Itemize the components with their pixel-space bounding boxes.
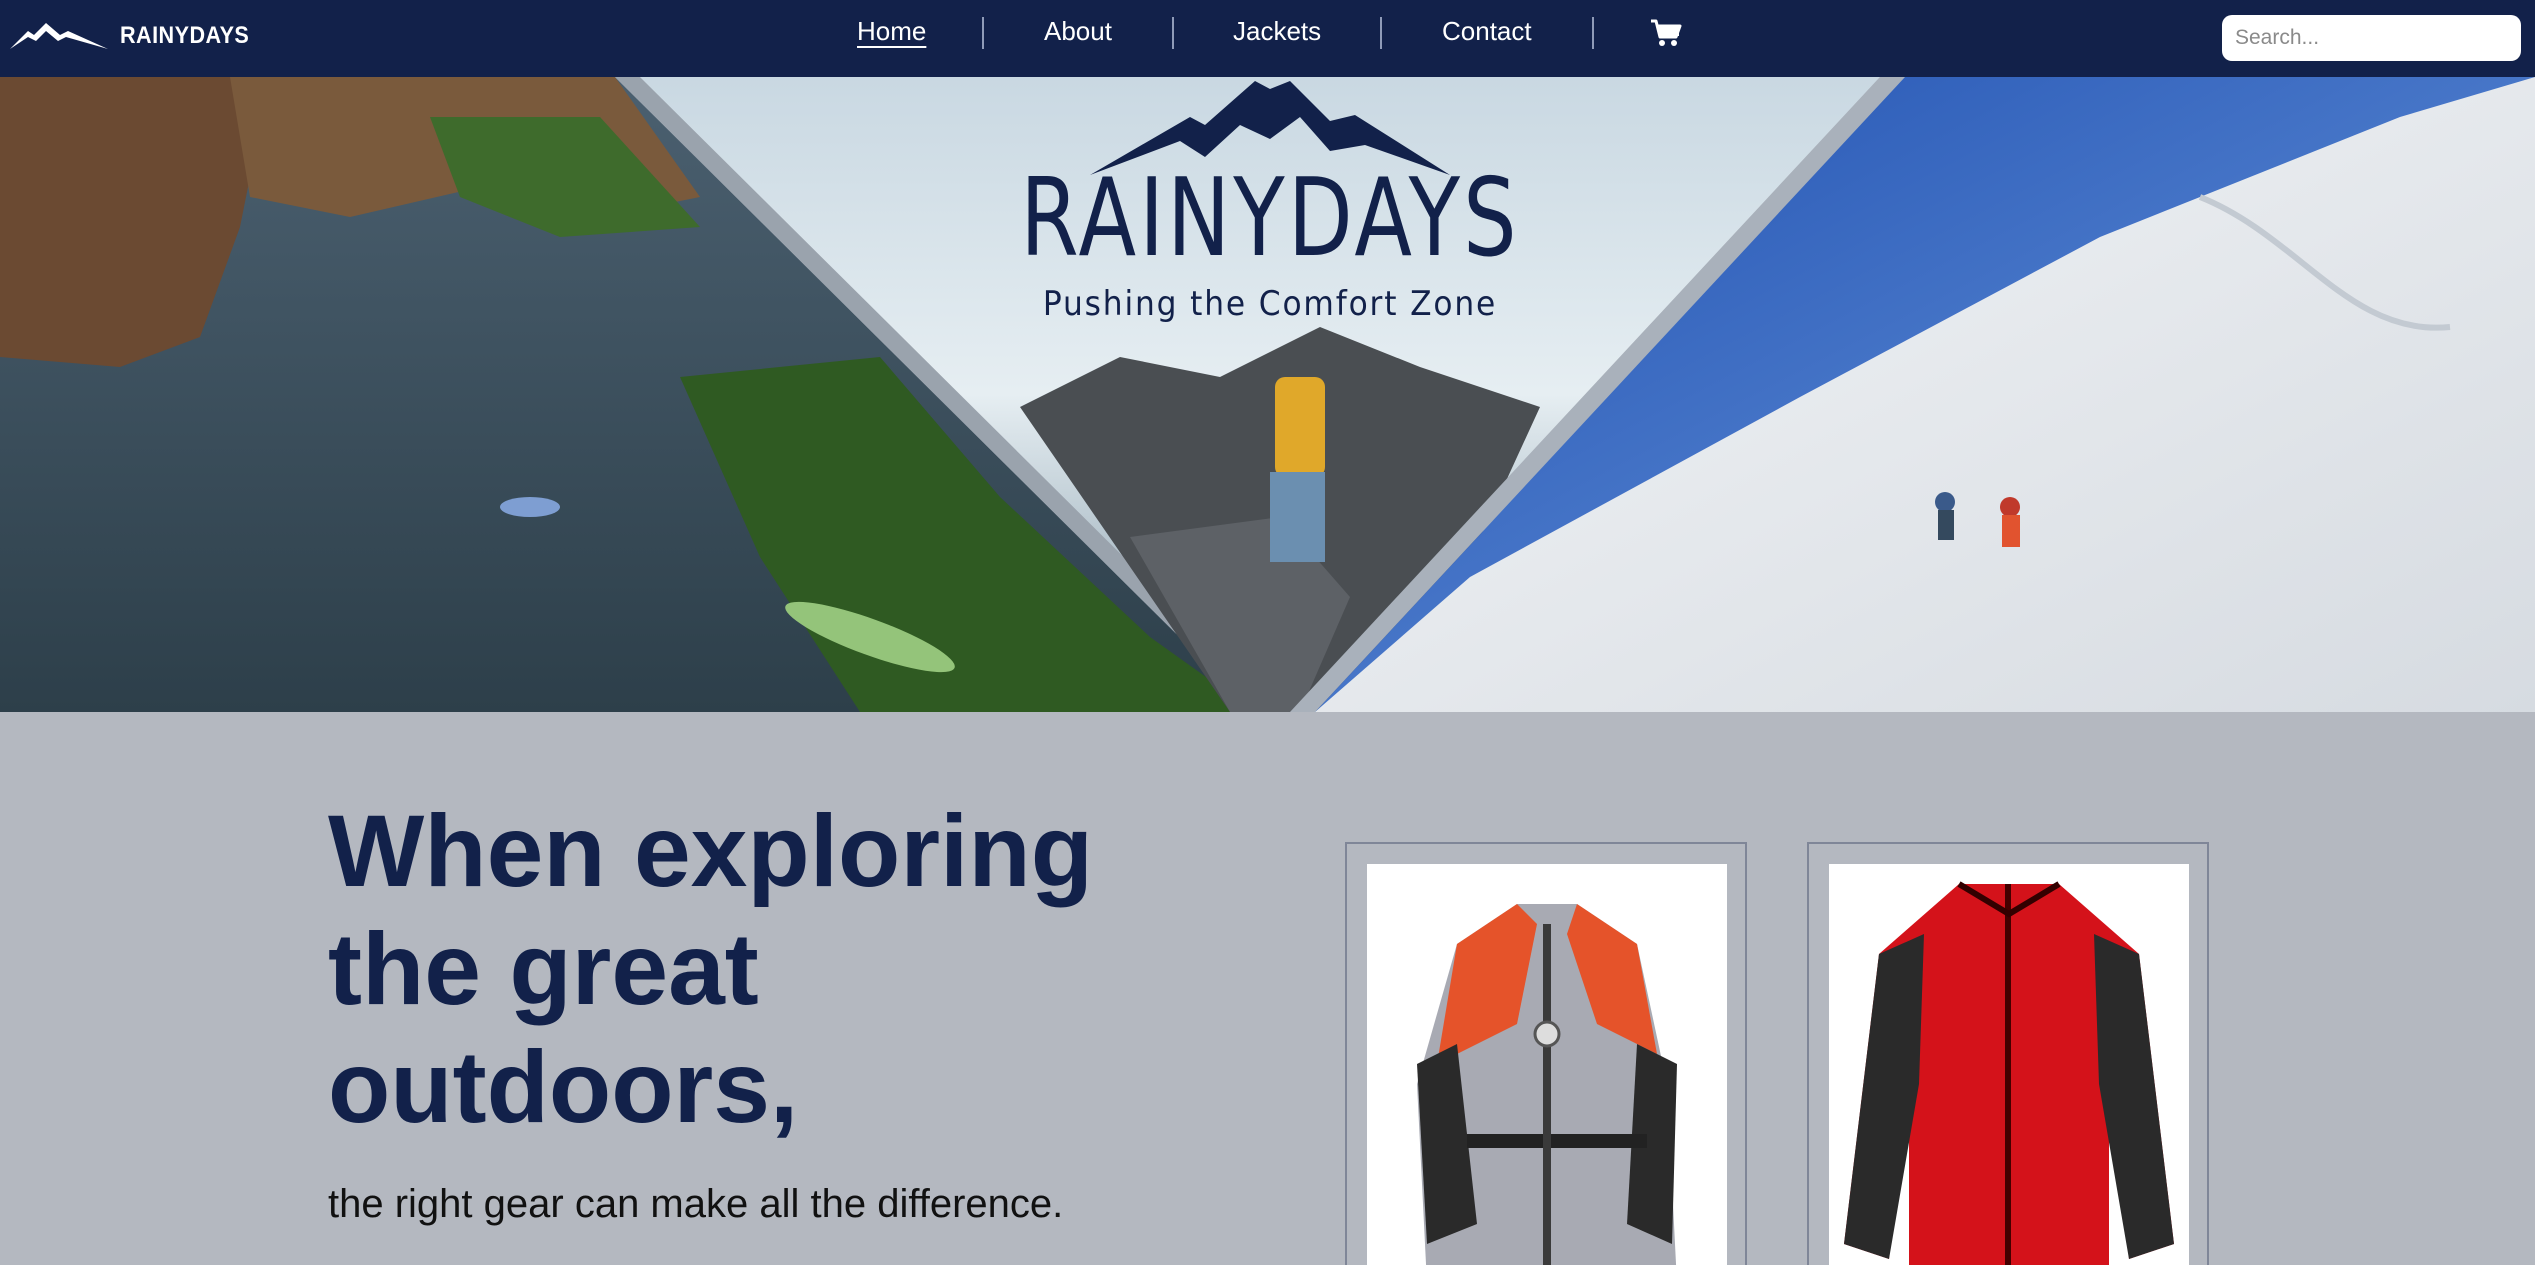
main-menu: Home About Jackets Contact [0,0,2535,68]
nav-divider [1172,17,1174,49]
headline-line: outdoors, [328,1030,799,1144]
nav-jackets-link[interactable]: Jackets [1233,16,1321,47]
product-image [1829,864,2189,1265]
nav-divider [982,17,984,49]
nav-divider [1380,17,1382,49]
orange-grey-rain-jacket-image [1417,904,1677,1265]
nav-divider [1592,17,1594,49]
hero-tagline: Pushing the Comfort Zone [1042,284,1498,324]
product-card[interactable] [1345,842,1747,1265]
headline-line: When exploring [328,794,1093,908]
intro-headline: When exploring the great outdoors, [328,792,1148,1146]
nav-about-link[interactable]: About [1044,16,1112,47]
intro-subline: the right gear can make all the differen… [328,1182,1064,1226]
red-black-softshell-jacket-image [1844,881,2174,1265]
intro-section: When exploring the great outdoors, the r… [0,712,2535,1265]
product-card[interactable] [1807,842,2209,1265]
search-input[interactable] [2222,15,2521,61]
nav-contact-link[interactable]: Contact [1442,16,1532,47]
product-image [1367,864,1727,1265]
hero-title: RAINYDAYS [1020,156,1520,281]
shopping-cart-icon[interactable] [1650,18,1682,48]
nav-home-link[interactable]: Home [857,16,926,47]
hero-banner: RAINYDAYS Pushing the Comfort Zone [0,77,2535,712]
headline-line: the great [328,912,759,1026]
top-navbar: RAINYDAYS Home About Jackets Contact [0,0,2535,77]
